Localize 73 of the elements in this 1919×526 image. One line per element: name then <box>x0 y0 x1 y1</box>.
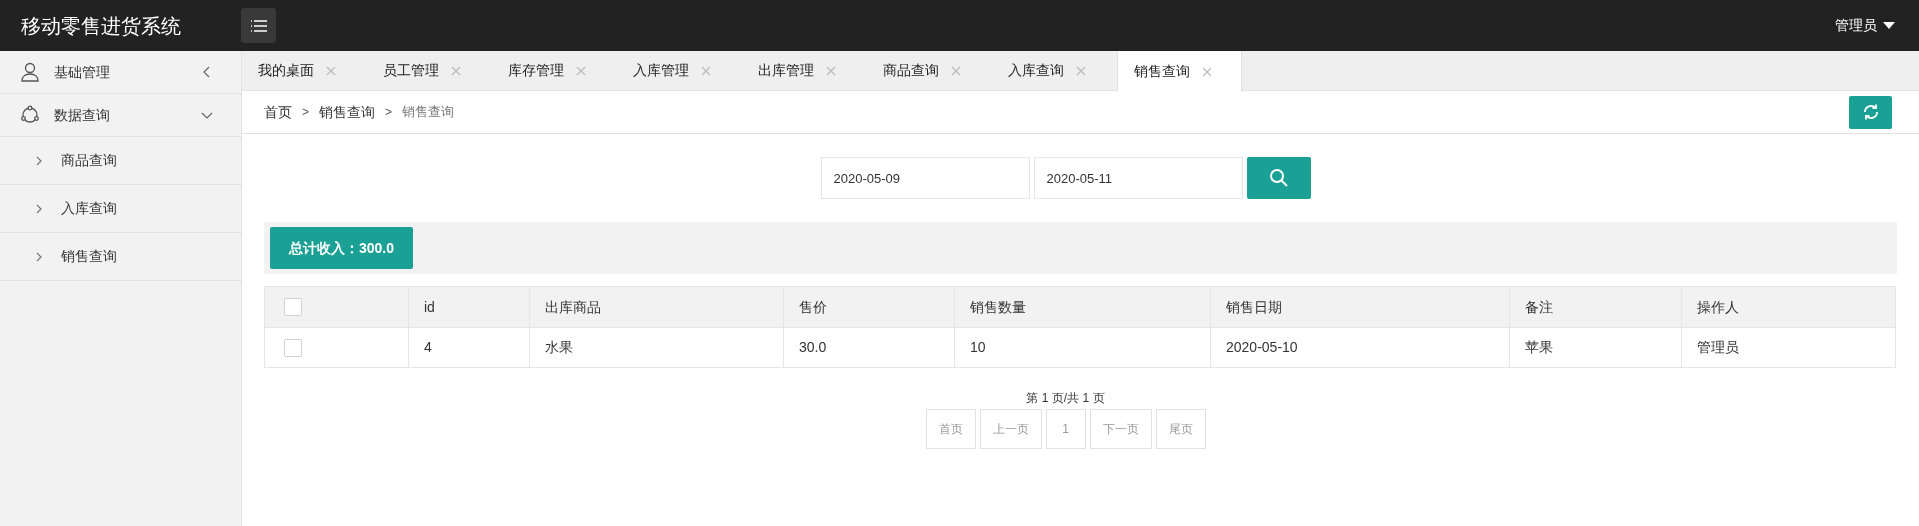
tab[interactable]: 入库管理 <box>617 51 742 90</box>
sidebar-item[interactable]: 销售查询 <box>0 233 241 281</box>
breadcrumb-separator: > <box>302 104 309 121</box>
close-icon[interactable] <box>701 65 711 76</box>
close-icon[interactable] <box>451 65 461 76</box>
column-header: id <box>424 298 435 315</box>
close-icon[interactable] <box>576 65 586 76</box>
item-label: 销售查询 <box>61 247 117 266</box>
close-icon[interactable] <box>951 65 961 76</box>
tab-label: 商品查询 <box>883 61 939 80</box>
cycle-icon <box>20 105 40 125</box>
group-label: 基础管理 <box>54 62 110 82</box>
tab-label: 库存管理 <box>508 61 564 80</box>
column-header: 出库商品 <box>545 298 601 315</box>
total-income-badge: 总计收入：300.0 <box>270 227 414 269</box>
caret-icon <box>1883 22 1895 29</box>
table-cell: 水果 <box>545 339 573 355</box>
breadcrumb-link[interactable]: 销售查询 <box>319 101 375 123</box>
search-button[interactable] <box>1246 157 1311 199</box>
search-icon <box>1268 168 1289 188</box>
table-cell: 4 <box>424 339 432 355</box>
tab[interactable]: 入库查询 <box>992 51 1117 90</box>
column-header: 售价 <box>799 298 827 315</box>
checkbox[interactable] <box>284 298 302 316</box>
item-label: 商品查询 <box>61 151 117 170</box>
breadcrumb-current: 销售查询 <box>402 103 455 122</box>
app-title: 移动零售进货系统 <box>21 13 182 39</box>
breadcrumb-link[interactable]: 首页 <box>264 101 292 123</box>
tab-label: 销售查询 <box>1134 62 1190 81</box>
chevron-right-icon <box>36 251 43 262</box>
item-label: 入库查询 <box>61 199 117 218</box>
table-cell: 2020-05-10 <box>1226 339 1298 355</box>
tab-label: 入库管理 <box>633 61 689 80</box>
column-header: 操作人 <box>1697 298 1739 315</box>
tab-label: 出库管理 <box>758 61 814 80</box>
table-cell: 10 <box>970 339 986 355</box>
tab-label: 入库查询 <box>1008 61 1064 80</box>
tab[interactable]: 商品查询 <box>867 51 992 90</box>
menu-icon <box>249 18 268 33</box>
sidebar-group[interactable]: 数据查询 <box>0 94 241 137</box>
end-date-field[interactable]: 2020-05-11 <box>1033 157 1243 199</box>
menu-button[interactable] <box>241 8 276 43</box>
close-icon[interactable] <box>1202 66 1212 77</box>
close-icon[interactable] <box>1076 65 1086 76</box>
checkbox[interactable] <box>284 338 302 357</box>
chevron-right-icon <box>36 203 43 214</box>
column-header: 备注 <box>1525 298 1553 315</box>
user-icon <box>20 62 40 82</box>
refresh-icon <box>1861 103 1880 121</box>
breadcrumb-separator: > <box>385 104 393 121</box>
page-summary: 第 1 页/共 1 页 <box>1026 390 1105 407</box>
column-header: 销售日期 <box>1226 298 1282 315</box>
tab-label: 我的桌面 <box>258 61 314 80</box>
tab[interactable]: 出库管理 <box>742 51 867 90</box>
sidebar-item[interactable]: 商品查询 <box>0 137 241 185</box>
tab[interactable]: 库存管理 <box>492 51 617 90</box>
start-date-field[interactable]: 2020-05-09 <box>820 157 1030 199</box>
sidebar-group[interactable]: 基础管理 <box>0 51 241 94</box>
tab[interactable]: 销售查询 <box>1117 51 1242 92</box>
group-label: 数据查询 <box>54 105 110 125</box>
sidebar-item[interactable]: 入库查询 <box>0 185 241 233</box>
chevron-right-icon <box>36 155 43 166</box>
table-cell: 管理员 <box>1697 339 1739 355</box>
user-menu[interactable]: 管理员 <box>1835 15 1895 36</box>
tab-label: 员工管理 <box>383 61 439 80</box>
close-icon[interactable] <box>826 65 836 76</box>
tab[interactable]: 员工管理 <box>367 51 492 90</box>
table-cell: 30.0 <box>799 339 827 355</box>
close-icon[interactable] <box>326 65 336 76</box>
tab[interactable]: 我的桌面 <box>242 51 367 90</box>
table-cell: 苹果 <box>1525 339 1553 355</box>
refresh-button[interactable] <box>1849 95 1892 129</box>
column-header: 销售数量 <box>970 298 1026 315</box>
